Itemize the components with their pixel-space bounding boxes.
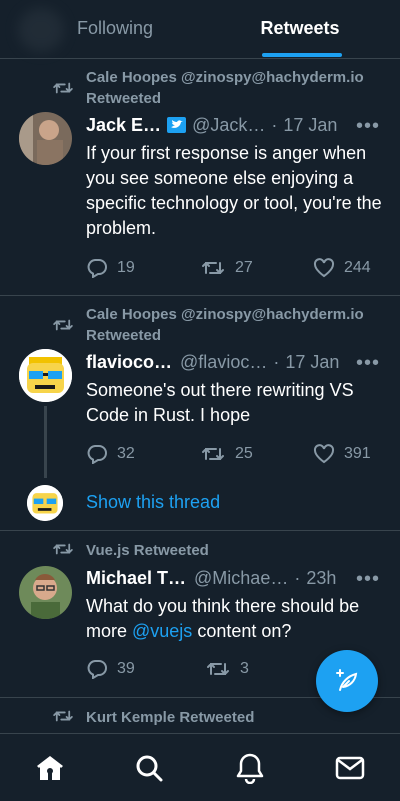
tweet-time[interactable]: 17 Jan [285,352,339,373]
like-button[interactable]: 244 [313,258,371,278]
tab-following[interactable]: Following [40,0,190,57]
tweet-header: flavioco… @flavioc… · 17 Jan [86,350,376,374]
retweet-icon [207,663,229,675]
home-icon [37,756,63,780]
reply-count: 39 [117,660,135,677]
reply-button[interactable]: 32 [86,444,135,464]
author-name[interactable]: flavioco… [86,352,172,373]
tweet-feed: Cale Hoopes @zinospy@hachyderm.io Retwee… [0,59,400,738]
reply-count: 32 [117,445,135,462]
separator-dot: · [271,114,278,135]
mention-link[interactable]: @vuejs [132,621,192,641]
retweet-icon [53,319,73,331]
twitter-bird-icon [167,117,187,133]
retweeter-line: Kurt Kemple Retweeted [86,709,255,726]
tweet-text: If your first response is anger when you… [86,143,382,238]
tweet-time[interactable]: 17 Jan [283,115,337,136]
tab-retweets[interactable]: Retweets [230,0,370,57]
retweeted-label: Retweeted [86,327,162,344]
search-icon [136,755,163,782]
compose-feather-icon [336,669,358,691]
bottom-nav [0,733,400,801]
retweet-icon [202,262,224,274]
reply-icon [87,660,107,679]
reply-icon [87,259,107,278]
tweet-card[interactable]: Cale Hoopes @zinospy@hachyderm.io Retwee… [0,296,400,531]
reply-icon [87,445,107,464]
retweet-count: 25 [235,445,253,462]
more-options-icon[interactable]: ••• [356,115,380,138]
separator-dot: · [273,351,280,372]
retweeted-label: Retweeted [86,90,162,107]
avatar[interactable] [19,349,72,402]
mail-icon [335,756,365,780]
retweeter-line: Cale Hoopes @zinospy@hachyderm.io [86,306,364,323]
show-thread-link[interactable]: Show this thread [86,492,220,513]
avatar[interactable] [19,112,72,165]
retweet-button[interactable]: 27 [200,258,253,278]
retweet-button[interactable]: 3 [205,659,249,679]
heart-icon [313,258,335,278]
tweet-time[interactable]: 23h [306,568,336,589]
author-name[interactable]: Michael T… [86,568,186,589]
nav-notifications[interactable] [232,750,268,786]
tweet-card[interactable]: Cale Hoopes @zinospy@hachyderm.io Retwee… [0,59,400,296]
reply-button[interactable]: 39 [86,659,135,679]
like-count: 391 [344,445,371,462]
tweet-text: What do you think there should be more @… [86,594,382,644]
tweet-text-part: content on? [192,621,292,641]
retweeter-line: Vue.js Retweeted [86,542,209,559]
retweet-icon [53,710,73,722]
heart-icon [313,444,335,464]
retweet-count: 27 [235,259,253,276]
retweeter-line: Cale Hoopes @zinospy@hachyderm.io [86,69,364,86]
author-handle[interactable]: @Jack… [192,115,265,136]
author-handle[interactable]: @flavioc… [180,352,267,373]
tweet-text: Someone's out there rewriting VS Code in… [86,380,354,425]
retweet-icon [202,448,224,460]
active-tab-indicator [262,53,342,57]
top-tab-bar: Following Retweets [0,0,400,59]
retweet-count: 3 [240,660,249,677]
like-button[interactable]: 391 [313,444,371,464]
compose-button[interactable] [316,650,378,712]
avatar[interactable] [19,566,72,619]
reply-button[interactable]: 19 [86,258,135,278]
retweet-icon [53,82,73,94]
like-count: 244 [344,259,371,276]
thread-line [44,406,47,478]
reply-count: 19 [117,259,135,276]
tweet-actions: 19 27 244 [86,258,386,282]
more-options-icon[interactable]: ••• [356,352,380,375]
tweet-header: Jack E… @Jack… · 17 Jan [86,113,376,137]
tweet-header: Michael T… @Michae… · 23h [86,566,376,590]
thread-avatar[interactable] [27,485,63,521]
nav-search[interactable] [131,750,167,786]
bell-icon [236,753,264,784]
separator-dot: · [294,567,301,588]
author-name[interactable]: Jack E… [86,115,161,136]
nav-messages[interactable] [332,750,368,786]
more-options-icon[interactable]: ••• [356,568,380,591]
nav-home[interactable] [32,750,68,786]
tweet-actions: 32 25 391 [86,444,386,468]
retweet-icon [53,543,73,555]
retweet-button[interactable]: 25 [200,444,253,464]
author-handle[interactable]: @Michae… [194,568,288,589]
